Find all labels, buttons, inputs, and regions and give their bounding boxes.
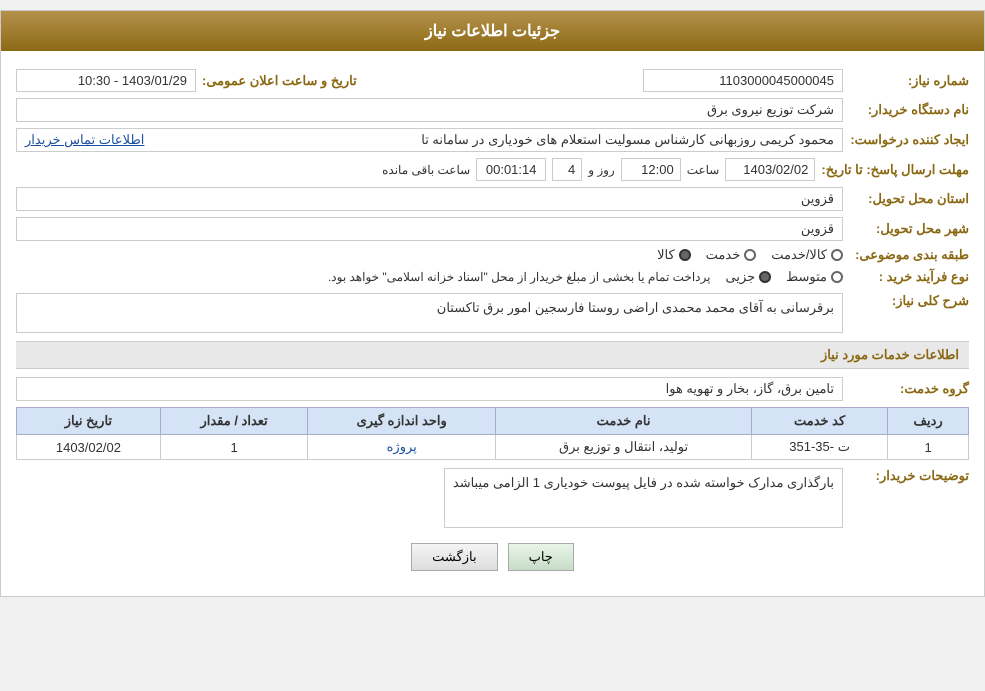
need-number-value: 1103000045000045: [643, 69, 843, 92]
table-cell-0: 1: [888, 435, 969, 460]
table-row: 1ت -35-351تولید، انتقال و توزیع برقپروژه…: [17, 435, 969, 460]
col-date: تاریخ نیاز: [17, 408, 161, 435]
purchase-juzyi[interactable]: جزیی: [725, 269, 771, 285]
action-buttons: چاپ بازگشت: [16, 543, 969, 571]
countdown-label: ساعت باقی مانده: [382, 163, 470, 177]
page-header: جزئیات اطلاعات نیاز: [1, 11, 984, 51]
category-options: کالا/خدمت خدمت کالا: [657, 247, 843, 263]
creator-field: محمود کریمی روزبهانی کارشناس مسولیت استع…: [16, 128, 843, 152]
purchase-mutavasit[interactable]: متوسط: [786, 269, 843, 285]
need-number-label: شماره نیاز:: [849, 73, 969, 89]
services-section-title: اطلاعات خدمات مورد نیاز: [16, 341, 969, 369]
category-kala-label: کالا: [657, 247, 675, 263]
requester-org-label: نام دستگاه خریدار:: [849, 102, 969, 118]
category-kala-khidmat[interactable]: کالا/خدمت: [771, 247, 843, 263]
deadline-label: مهلت ارسال پاسخ: تا تاریخ:: [821, 162, 969, 178]
col-code: کد خدمت: [752, 408, 888, 435]
print-button[interactable]: چاپ: [508, 543, 574, 571]
creator-link[interactable]: اطلاعات تماس خریدار: [25, 132, 144, 148]
province-label: استان محل تحویل:: [849, 191, 969, 207]
category-kala-khidmat-label: کالا/خدمت: [771, 247, 827, 263]
table-cell-4: 1: [160, 435, 308, 460]
buyer-notes-text: بارگذاری مدارک خواسته شده در فایل پیوست …: [453, 475, 834, 490]
city-value: قزوین: [16, 217, 843, 241]
col-row: ردیف: [888, 408, 969, 435]
announce-label: تاریخ و ساعت اعلان عمومی:: [202, 73, 357, 89]
category-kala[interactable]: کالا: [657, 247, 691, 263]
purchase-type-section: متوسط جزیی پرداخت تمام یا بخشی از مبلغ خ…: [16, 269, 843, 285]
buyer-notes-label: توضیحات خریدار:: [849, 468, 969, 484]
deadline-time-label: ساعت: [687, 163, 720, 177]
buyer-notes-value: بارگذاری مدارک خواسته شده در فایل پیوست …: [444, 468, 843, 528]
deadline-date: 1403/02/02: [725, 158, 815, 181]
back-button[interactable]: بازگشت: [411, 543, 497, 571]
col-quantity: تعداد / مقدار: [160, 408, 308, 435]
table-cell-3: پروژه: [308, 435, 496, 460]
need-desc-label: شرح کلی نیاز:: [849, 293, 969, 309]
col-unit: واحد اندازه گیری: [308, 408, 496, 435]
city-label: شهر محل تحویل:: [849, 221, 969, 237]
category-khidmat[interactable]: خدمت: [706, 247, 757, 263]
table-cell-1: ت -35-351: [752, 435, 888, 460]
need-desc-value: برقرسانی به آقای محمد محمدی اراضی روستا …: [16, 293, 843, 333]
purchase-text: پرداخت تمام یا بخشی از مبلغ خریدار از مح…: [328, 270, 711, 284]
radio-kala-khidmat-icon: [831, 249, 843, 261]
radio-juzyi-icon: [759, 271, 771, 283]
purchase-type-label: نوع فرآیند خرید :: [849, 269, 969, 285]
deadline-day-label: روز و: [588, 163, 615, 177]
page-title: جزئیات اطلاعات نیاز: [425, 23, 560, 40]
announce-value: 1403/01/29 - 10:30: [16, 69, 196, 92]
col-name: نام خدمت: [496, 408, 752, 435]
category-label: طبقه بندی موضوعی:: [849, 247, 969, 263]
service-group-value: تامین برق، گاز، بخار و تهویه هوا: [16, 377, 843, 401]
service-group-label: گروه خدمت:: [849, 381, 969, 397]
deadline-days: 4: [552, 158, 582, 181]
purchase-mutavasit-label: متوسط: [786, 269, 827, 285]
category-khidmat-label: خدمت: [706, 247, 741, 263]
table-cell-5: 1403/02/02: [17, 435, 161, 460]
province-value: قزوین: [16, 187, 843, 211]
purchase-juzyi-label: جزیی: [725, 269, 755, 285]
requester-org-value: شرکت توزیع نیروی برق: [16, 98, 843, 122]
radio-mutavasit-icon: [831, 271, 843, 283]
creator-value: محمود کریمی روزبهانی کارشناس مسولیت استع…: [421, 132, 834, 148]
creator-label: ایجاد کننده درخواست:: [849, 132, 969, 148]
countdown-value: 00:01:14: [476, 158, 546, 181]
radio-kala-icon: [679, 249, 691, 261]
services-table: ردیف کد خدمت نام خدمت واحد اندازه گیری ت…: [16, 407, 969, 460]
table-cell-2: تولید، انتقال و توزیع برق: [496, 435, 752, 460]
purchase-options: متوسط جزیی: [725, 269, 843, 285]
radio-khidmat-icon: [744, 249, 756, 261]
deadline-time: 12:00: [621, 158, 681, 181]
